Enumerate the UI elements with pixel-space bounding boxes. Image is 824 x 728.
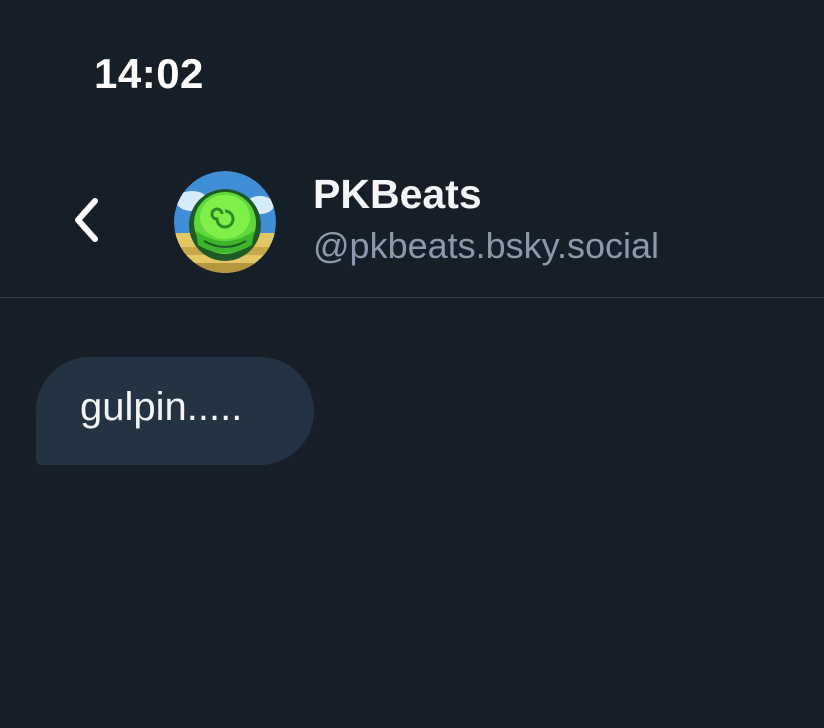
display-name: PKBeats [313,171,482,217]
user-handle: @pkbeats.bsky.social [313,225,660,266]
profile-name-block[interactable]: PKBeats @pkbeats.bsky.social [313,168,659,270]
conversation-header: PKBeats @pkbeats.bsky.social [0,150,824,298]
gulpin-avatar-icon [174,171,276,273]
avatar[interactable] [174,171,276,273]
back-button[interactable] [58,192,114,248]
message-text: gulpin..... [80,385,243,429]
message-bubble[interactable]: gulpin..... [36,357,314,465]
status-bar-time: 14:02 [94,50,204,97]
chevron-left-icon [75,198,98,242]
